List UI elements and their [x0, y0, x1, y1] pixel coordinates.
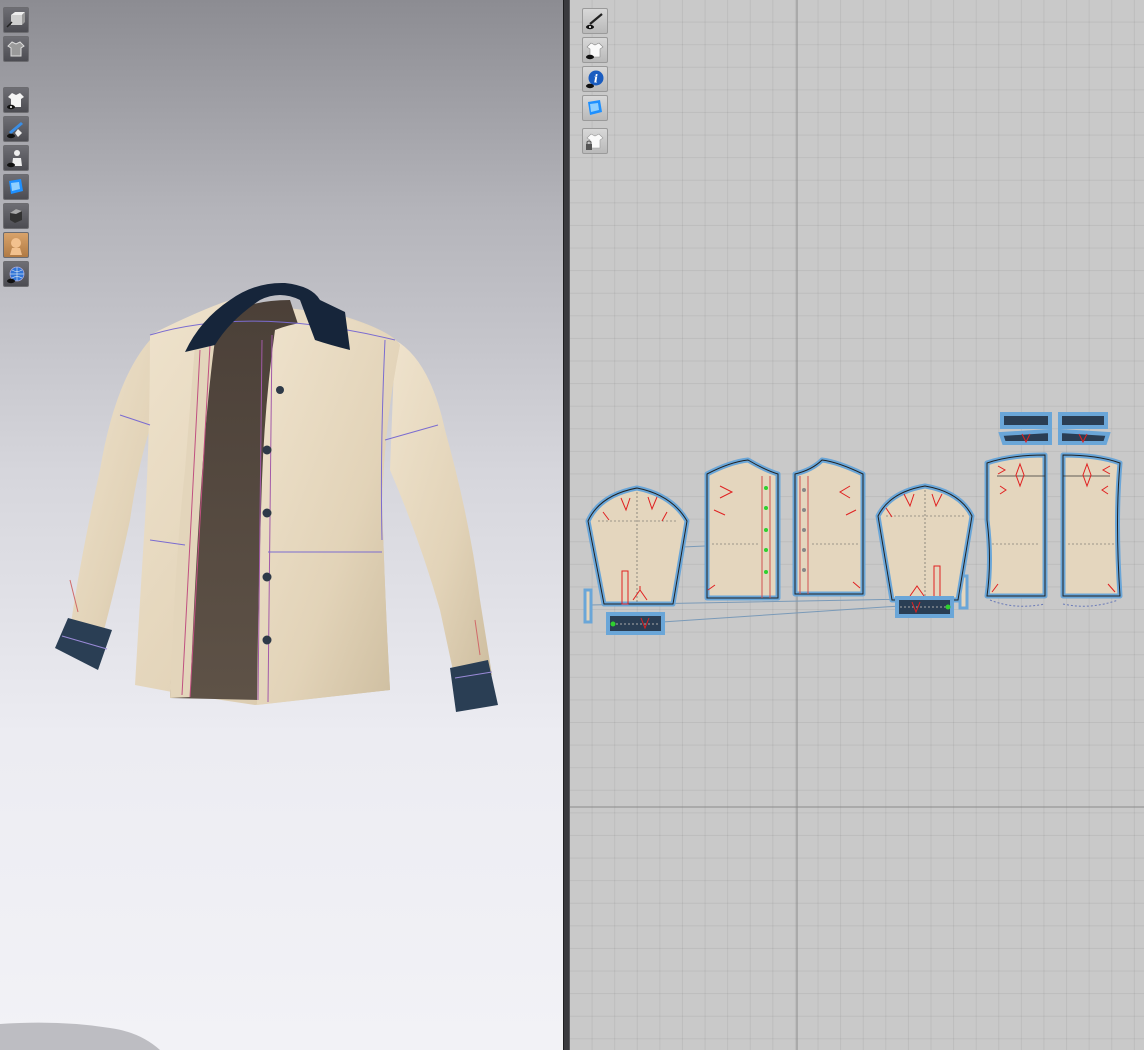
pattern-back-right — [1060, 452, 1123, 607]
pattern-cuff-left — [606, 612, 665, 635]
box-view-icon[interactable] — [3, 7, 29, 33]
garment-visibility-icon[interactable] — [3, 87, 29, 113]
fabric-texture-icon[interactable] — [3, 174, 29, 200]
avatar-brush-icon[interactable] — [3, 116, 29, 142]
pattern-sleeve-left — [585, 485, 690, 607]
pattern-garment-icon[interactable] — [582, 37, 608, 63]
pattern-back-left — [984, 452, 1048, 607]
ground-shadow — [0, 1022, 160, 1050]
avatar-visibility-icon[interactable] — [3, 145, 29, 171]
fabric-2d-icon[interactable] — [582, 95, 608, 121]
info-icon[interactable]: i — [582, 66, 608, 92]
lock-garment-icon[interactable] — [582, 128, 608, 154]
2d-toolbar: i — [582, 8, 608, 157]
world-grid-icon[interactable] — [3, 261, 29, 287]
needle-visibility-icon[interactable] — [582, 8, 608, 34]
pattern-sleeve-right — [875, 483, 975, 603]
3d-viewport[interactable] — [0, 0, 563, 1050]
view-splitter[interactable] — [563, 0, 570, 1050]
avatar-head-icon[interactable] — [3, 232, 29, 258]
pattern-cuff-right — [895, 596, 954, 618]
2d-pattern-viewport[interactable]: i — [570, 0, 1144, 1050]
pattern-canvas — [570, 0, 1144, 1050]
3d-toolbar — [3, 7, 29, 290]
pattern-front-left — [704, 457, 781, 601]
svg-text:i: i — [594, 73, 598, 86]
camera-icon[interactable] — [3, 203, 29, 229]
pattern-collar — [998, 412, 1111, 445]
3d-shirt-model[interactable] — [40, 270, 510, 720]
pattern-front-right — [792, 457, 866, 597]
garment-outline-icon[interactable] — [3, 36, 29, 62]
